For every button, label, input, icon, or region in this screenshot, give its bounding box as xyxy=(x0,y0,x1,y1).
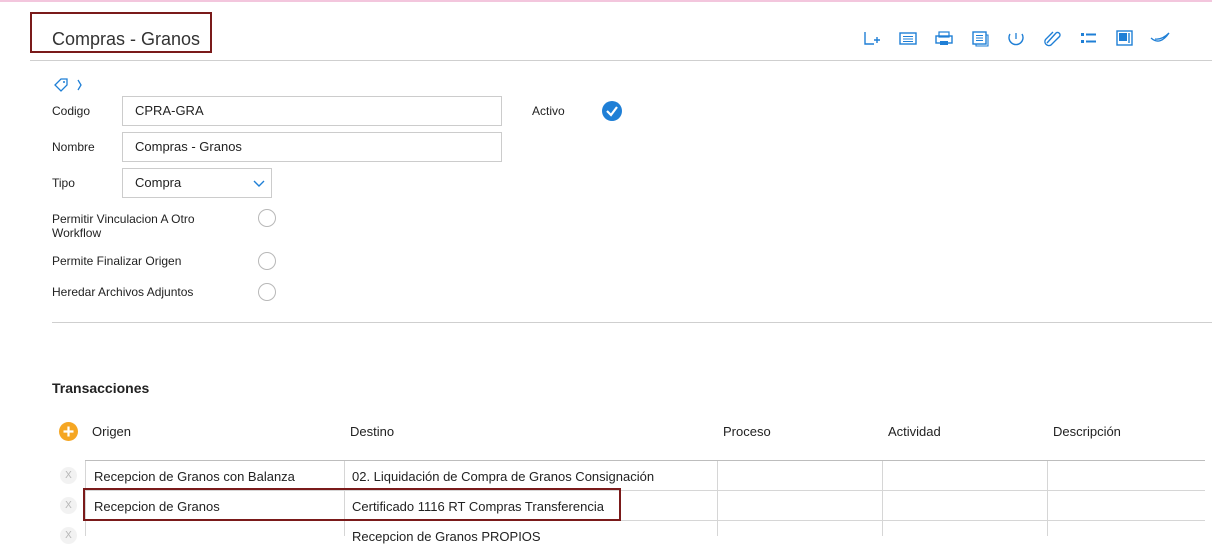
finalizar-toggle[interactable] xyxy=(258,252,276,270)
row-highlight-box xyxy=(83,488,621,521)
column-header-origen[interactable]: Origen xyxy=(92,424,131,439)
activo-label: Activo xyxy=(532,104,565,118)
section-divider xyxy=(52,322,1212,323)
activo-checkbox[interactable] xyxy=(602,101,622,121)
vinculacion-toggle[interactable] xyxy=(258,209,276,227)
document-icon[interactable] xyxy=(970,28,992,50)
column-divider xyxy=(717,461,718,536)
transacciones-title: Transacciones xyxy=(52,380,150,396)
delete-row-button[interactable]: X xyxy=(60,497,77,514)
column-header-descripcion[interactable]: Descripción xyxy=(1053,424,1121,439)
column-header-actividad[interactable]: Actividad xyxy=(888,424,941,439)
check-icon xyxy=(602,101,622,121)
table-cell-destino[interactable]: Recepcion de Granos PROPIOS xyxy=(352,529,541,544)
new-icon[interactable] xyxy=(862,28,884,50)
column-header-destino[interactable]: Destino xyxy=(350,424,394,439)
nombre-field[interactable]: Compras - Granos xyxy=(122,132,502,162)
tipo-label: Tipo xyxy=(52,176,75,190)
table-cell-origen[interactable]: Recepcion de Granos con Balanza xyxy=(94,469,295,484)
vinculacion-label: Permitir Vinculacion A Otro Workflow xyxy=(52,212,195,240)
bullet-list-icon[interactable] xyxy=(1078,28,1100,50)
tag-icon[interactable] xyxy=(54,77,94,93)
tipo-select[interactable]: Compra xyxy=(122,168,272,198)
print-icon[interactable] xyxy=(934,28,956,50)
heredar-toggle[interactable] xyxy=(258,283,276,301)
top-accent-line xyxy=(0,0,1212,2)
codigo-field[interactable]: CPRA-GRA xyxy=(122,96,502,126)
chevron-down-icon xyxy=(253,180,265,187)
page-title: Compras - Granos xyxy=(52,29,201,49)
vinculacion-label-line-2: Workflow xyxy=(52,226,102,240)
add-transaction-button[interactable] xyxy=(59,422,78,441)
codigo-label: Codigo xyxy=(52,104,91,118)
tag-breadcrumb[interactable] xyxy=(54,77,94,93)
comment-icon[interactable] xyxy=(1150,28,1172,50)
nombre-label: Nombre xyxy=(52,140,95,154)
title-divider xyxy=(30,60,1212,61)
table-cell-destino[interactable]: 02. Liquidación de Compra de Granos Cons… xyxy=(352,469,654,484)
delete-row-button[interactable]: X xyxy=(60,467,77,484)
plus-icon xyxy=(63,426,74,437)
vinculacion-label-line-1: Permitir Vinculacion A Otro xyxy=(52,212,195,226)
heredar-label: Heredar Archivos Adjuntos xyxy=(52,285,194,299)
history-icon[interactable] xyxy=(1006,28,1028,50)
column-divider xyxy=(1047,461,1048,536)
column-divider xyxy=(882,461,883,536)
column-header-proceso[interactable]: Proceso xyxy=(723,424,771,439)
save-icon[interactable] xyxy=(1114,28,1136,50)
attach-icon[interactable] xyxy=(1042,28,1064,50)
tipo-value: Compra xyxy=(135,175,182,190)
finalizar-label: Permite Finalizar Origen xyxy=(52,254,182,268)
table-header-divider xyxy=(85,460,1205,461)
list-icon[interactable] xyxy=(898,28,920,50)
